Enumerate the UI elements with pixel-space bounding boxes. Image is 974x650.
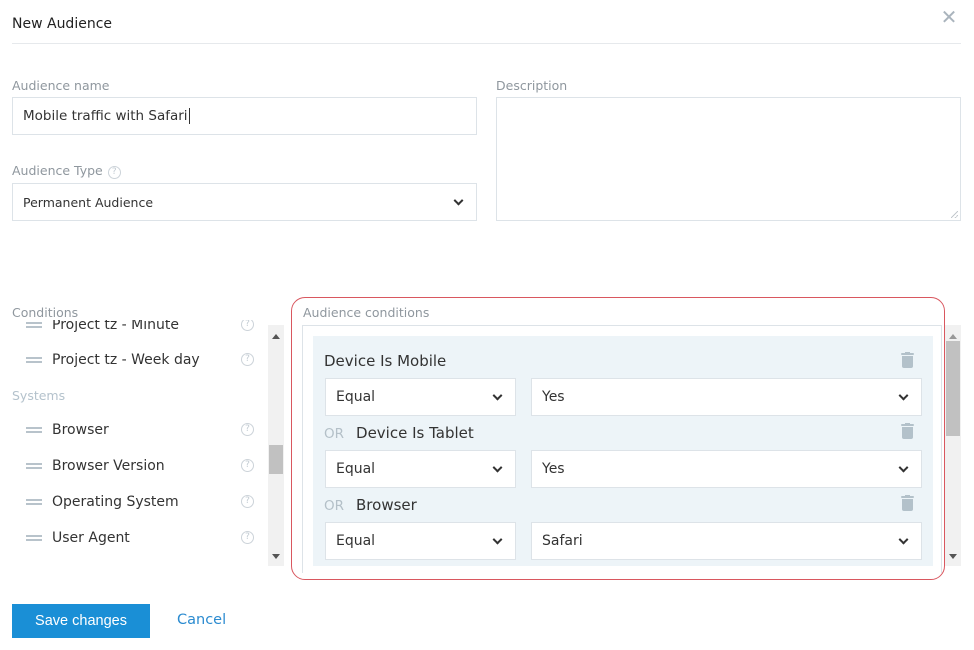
drag-handle-icon[interactable] [26,322,42,328]
condition-item[interactable]: Operating System ? [26,490,258,514]
audience-conditions-box: Device Is Mobile Equal Yes OR Device Is … [302,325,942,573]
value-select[interactable]: Yes [531,450,922,488]
condition-item[interactable]: Browser ? [26,418,258,442]
rule-value: Safari [542,533,583,549]
chevron-down-icon [898,462,909,473]
condition-item-label: Browser Version [52,458,165,474]
value-select[interactable]: Yes [531,378,922,416]
trash-icon[interactable] [901,495,914,511]
rule-value: Yes [542,389,565,405]
audience-type-label: Audience Type? [12,163,121,179]
condition-item[interactable]: Project tz - Minute ? [26,320,258,337]
value-select[interactable]: Safari [531,522,922,560]
question-circle-icon[interactable]: ? [241,495,254,508]
chevron-down-icon [898,390,909,401]
condition-item-label: Operating System [52,494,179,510]
description-textarea[interactable] [496,97,961,221]
or-connector: OR [324,426,345,442]
condition-item-label: Project tz - Minute [52,320,179,333]
question-circle-icon[interactable]: ? [107,166,121,179]
scrollbar-thumb[interactable] [269,445,283,474]
condition-item[interactable]: User Agent ? [26,526,258,550]
conditions-label: Conditions [12,305,83,320]
audience-name-value: Mobile traffic with Safari [23,108,188,124]
drag-handle-icon[interactable] [26,357,42,363]
drag-handle-icon[interactable] [26,535,42,541]
question-circle-icon[interactable]: ? [241,459,254,472]
chevron-down-icon [898,534,909,545]
rule-title: Device Is Mobile [324,352,446,370]
condition-item[interactable]: Project tz - Week day ? [26,348,258,372]
chevron-down-icon [492,534,503,545]
question-circle-icon[interactable]: ? [241,320,254,331]
operator-select[interactable]: Equal [325,450,516,488]
close-icon[interactable]: ✕ [938,6,960,28]
rule-title: OR Browser [324,496,417,514]
or-connector: OR [324,498,345,514]
question-circle-icon[interactable]: ? [241,531,254,544]
operator-value: Equal [336,533,376,549]
scroll-down-icon[interactable] [949,554,957,559]
rule-title: OR Device Is Tablet [324,424,474,442]
trash-icon[interactable] [901,423,914,439]
drag-handle-icon[interactable] [26,463,42,469]
drag-handle-icon[interactable] [26,499,42,505]
audience-conditions-label: Audience conditions [303,305,430,320]
scroll-up-icon[interactable] [949,334,957,339]
audience-conditions-scrollbar[interactable] [945,325,961,566]
rule-name: Device Is Mobile [324,352,447,370]
operator-select[interactable]: Equal [325,378,516,416]
conditions-list-scrollbar[interactable] [268,325,284,566]
chevron-down-icon [492,462,503,473]
condition-item-label: Browser [52,422,109,438]
operator-select[interactable]: Equal [325,522,516,560]
description-label: Description [496,78,568,93]
operator-value: Equal [336,389,376,405]
trash-icon[interactable] [901,352,914,368]
operator-value: Equal [336,461,376,477]
rule-name: Browser [356,496,417,514]
resize-handle-icon[interactable] [951,211,958,218]
chevron-down-icon [492,390,503,401]
audience-name-label: Audience name [12,78,110,93]
dialog-title: New Audience [12,16,113,32]
audience-type-select[interactable]: Permanent Audience [12,183,477,221]
rule-group: Device Is Mobile Equal Yes OR Device Is … [313,336,933,566]
audience-name-input[interactable]: Mobile traffic with Safari [12,97,477,135]
drag-handle-icon[interactable] [26,427,42,433]
save-changes-button[interactable]: Save changes [12,604,150,638]
question-circle-icon[interactable]: ? [241,353,254,366]
scrollbar-thumb[interactable] [946,341,960,436]
condition-item-label: Project tz - Week day [52,352,200,368]
text-cursor [188,108,190,124]
scroll-up-icon[interactable] [272,334,280,339]
scroll-down-icon[interactable] [272,554,280,559]
cancel-button[interactable]: Cancel [177,612,226,628]
chevron-down-icon [453,195,464,206]
conditions-list: Project tz - Minute ? Project tz - Week … [12,320,284,566]
section-label-systems: Systems [12,388,66,403]
header-divider [12,43,961,44]
audience-type-value: Permanent Audience [23,194,154,210]
audience-type-label-text: Audience Type [12,163,103,178]
rule-name: Device Is Tablet [356,424,474,442]
condition-item-label: User Agent [52,530,130,546]
rule-value: Yes [542,461,565,477]
question-circle-icon[interactable]: ? [241,423,254,436]
condition-item[interactable]: Browser Version ? [26,454,258,478]
